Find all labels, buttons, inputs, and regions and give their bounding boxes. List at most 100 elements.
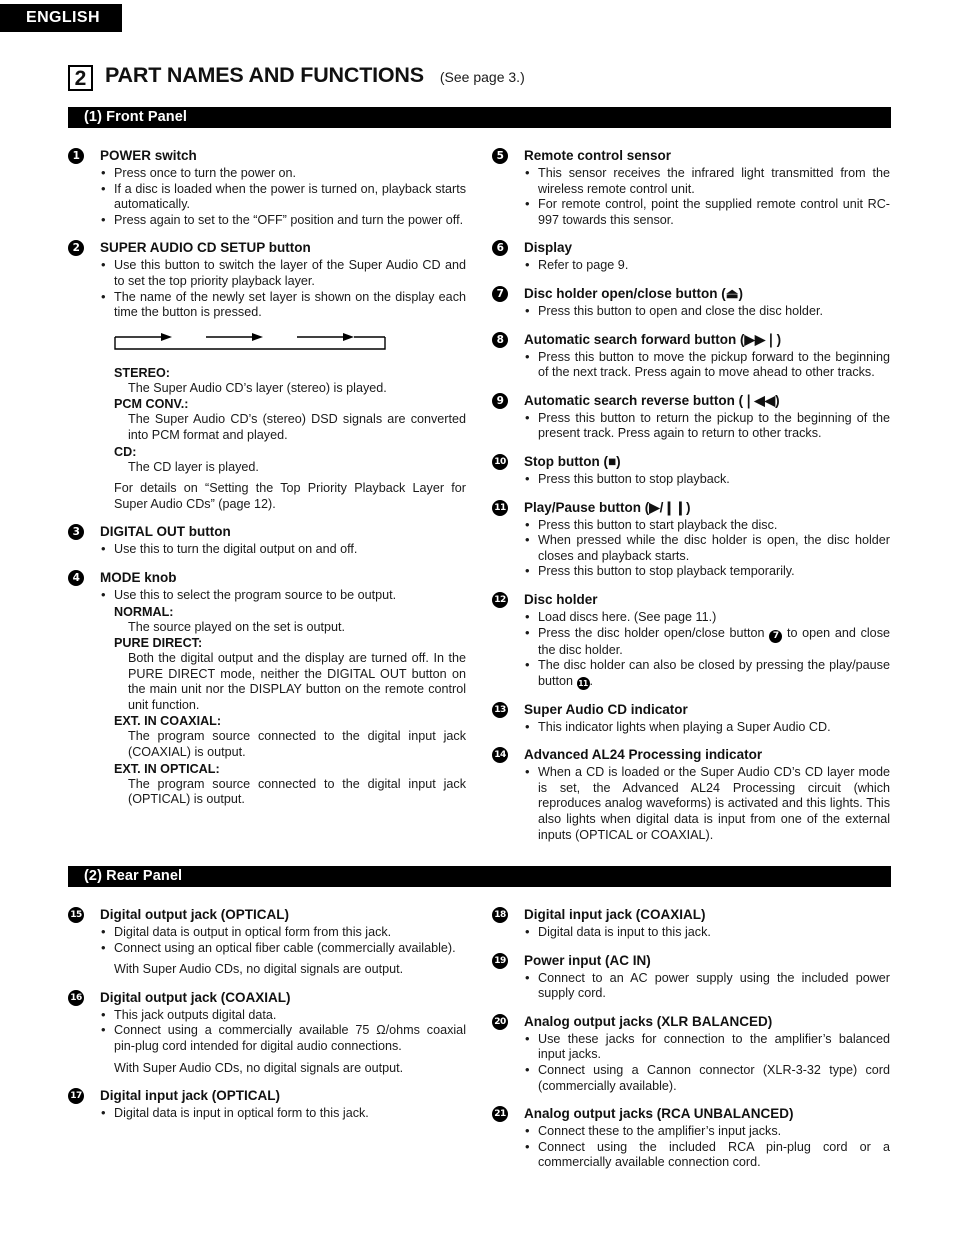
- part-entry-title: Disc holder open/close button (⏏): [524, 285, 744, 301]
- bullet-item: Load discs here. (See page 11.): [524, 609, 890, 626]
- part-entry-bullets: Digital data is input to this jack.: [524, 924, 890, 941]
- page-content: 2 PART NAMES AND FUNCTIONS (See page 3.)…: [68, 0, 891, 854]
- trailing-note: With Super Audio CDs, no digital signals…: [114, 1060, 404, 1075]
- trailing-note: With Super Audio CDs, no digital signals…: [114, 962, 404, 977]
- definition-term: EXT. IN OPTICAL:: [114, 761, 220, 776]
- item-number-badge-11: 11: [492, 499, 508, 516]
- part-entry-15: 15 Digital output jack (OPTICAL) Digital d…: [68, 906, 466, 978]
- bullet-item: The disc holder can also be closed by pr…: [524, 657, 890, 690]
- part-entry-title: Digital input jack (OPTICAL): [100, 1088, 281, 1104]
- part-entry-bullets: Press this button to stop playback.: [524, 471, 890, 488]
- part-entry-title: Remote control sensor: [524, 148, 672, 163]
- definition-list: STEREO: The Super Audio CD’s layer (stere…: [114, 365, 466, 513]
- bullet-item: Connect using a commercially available 7…: [100, 1022, 466, 1054]
- part-entry-bullets: This jack outputs digital data.Connect u…: [100, 1007, 466, 1055]
- section-bar-rear-panel: (2) Rear Panel: [68, 866, 891, 887]
- definition-term: STEREO:: [114, 365, 170, 380]
- bullet-item: Press this button to open and close the …: [524, 303, 890, 320]
- bullet-item: The name of the newly set layer is shown…: [100, 289, 466, 321]
- part-entry-title: Automatic search forward button (▶▶❘): [524, 331, 782, 347]
- part-entry-1: 1 POWER switch Press once to turn the powe…: [68, 147, 466, 228]
- part-entry-title: Display: [524, 240, 573, 256]
- part-entry-bullets: This sensor receives the infrared light …: [524, 165, 890, 228]
- item-number-badge-20: 20: [492, 1013, 508, 1030]
- part-entry-7: 7 Disc holder open/close button (⏏) Press …: [492, 285, 890, 320]
- item-number-badge-6: 6: [492, 240, 508, 257]
- part-entry-title: Stop button (■): [524, 453, 621, 469]
- part-entry-bullets: Use this to turn the digital output on a…: [100, 541, 466, 558]
- chapter-reference: (See page 3.): [439, 68, 525, 85]
- part-entry-4: 4 MODE knob Use this to select the program…: [68, 569, 466, 808]
- part-entry-3: 3 DIGITAL OUT buttonUse this to turn the …: [68, 523, 466, 558]
- bullet-item: Press the disc holder open/close button …: [524, 625, 890, 659]
- part-entry-title: MODE knob: [100, 569, 177, 585]
- bullet-item: Press again to set to the “OFF” position…: [100, 212, 466, 229]
- part-entry-16: 16 Digital output jack (COAXIAL) This jack…: [68, 989, 466, 1076]
- part-entry-21: 21Analog output jacks (RCA UNBALANCED)Co…: [492, 1105, 890, 1171]
- part-entry-bullets: Press this button to move the pickup for…: [524, 349, 890, 381]
- bullet-item: Refer to page 9.: [524, 257, 890, 274]
- front-panel-right-column: 5 Remote control sensor This sensor receiv…: [492, 147, 890, 854]
- definition-text: The CD layer is played.: [128, 459, 259, 474]
- part-entry-10: 10 Stop button (■) Press this button to st…: [492, 453, 890, 488]
- bullet-item: Digital data is input to this jack.: [524, 924, 890, 941]
- bullet-item: Digital data is input in optical form to…: [100, 1105, 466, 1122]
- part-entry-title: Analog output jacks (XLR BALANCED): [524, 1013, 773, 1029]
- rear-panel-block: (2) Rear Panel 15 Digital output jack (OP…: [68, 866, 891, 1182]
- part-entry-title: SUPER AUDIO CD SETUP button: [100, 240, 311, 256]
- bullet-item: Connect to an AC power supply using the …: [524, 970, 890, 1002]
- rear-panel-left-column: 15 Digital output jack (OPTICAL) Digital d…: [68, 906, 466, 1182]
- definition-term: CD:: [114, 444, 137, 459]
- part-entry-19: 19 Power input (AC IN) Connect to an AC po…: [492, 952, 890, 1002]
- item-number-badge-13: 13: [492, 701, 508, 718]
- inline-reference-badge-7: 7: [769, 629, 783, 643]
- bullet-item: Press this button to stop playback.: [524, 471, 890, 488]
- chapter-number: 2: [68, 65, 93, 91]
- definition-term: PCM CONV.:: [114, 397, 189, 412]
- definition-text: The program source connected to the digi…: [128, 729, 466, 760]
- item-number-badge-5: 5: [492, 148, 508, 164]
- item-number-badge-9: 9: [492, 392, 508, 409]
- bullet-item: Digital data is output in optical form f…: [100, 924, 466, 941]
- bullet-item: When a CD is loaded or the Super Audio C…: [524, 764, 890, 843]
- bullet-item: If a disc is loaded when the power is tu…: [100, 181, 466, 213]
- definition-term: EXT. IN COAXIAL:: [114, 714, 222, 729]
- part-entry-title: Digital output jack (OPTICAL): [100, 907, 289, 922]
- part-entry-bullets: When a CD is loaded or the Super Audio C…: [524, 764, 890, 843]
- bullet-item: Use these jacks for connection to the am…: [524, 1031, 890, 1063]
- part-entry-bullets: Press this button to return the pickup t…: [524, 410, 890, 442]
- rear-panel-right-column: 18 Digital input jack (COAXIAL) Digital da…: [492, 906, 890, 1182]
- item-number-badge-2: 2: [68, 240, 84, 257]
- item-number-badge-3: 3: [68, 524, 84, 541]
- bullet-item: Press this button to move the pickup for…: [524, 349, 890, 381]
- definition-term: NORMAL:: [114, 604, 174, 619]
- bullet-item: Use this to turn the digital output on a…: [100, 541, 466, 558]
- bullet-item: Press this button to stop playback tempo…: [524, 563, 890, 580]
- bullet-item: Use this to select the program source to…: [100, 587, 466, 604]
- front-panel-columns: 1 POWER switch Press once to turn the powe…: [68, 147, 891, 854]
- item-number-badge-7: 7: [492, 285, 508, 302]
- part-entry-9: 9 Automatic search reverse button (❘◀◀) Pr…: [492, 392, 890, 442]
- item-number-badge-10: 10: [492, 453, 508, 470]
- bullet-item: Use this button to switch the layer of t…: [100, 257, 466, 289]
- item-number-badge-18: 18: [492, 907, 508, 923]
- definition-text: Both the digital output and the display …: [128, 651, 466, 712]
- part-entry-13: 13 Super Audio CD indicator This indicator…: [492, 701, 890, 736]
- part-entry-title: Advanced AL24 Processing indicator: [524, 747, 763, 763]
- definition-text: The program source connected to the digi…: [128, 776, 466, 807]
- bullet-item: Connect using an optical fiber cable (co…: [100, 940, 466, 957]
- part-entry-title: POWER switch: [100, 148, 197, 163]
- bullet-item: Connect these to the amplifier’s input j…: [524, 1123, 890, 1140]
- part-entry-bullets: Use these jacks for connection to the am…: [524, 1031, 890, 1094]
- part-entry-bullets: Press this button to start playback the …: [524, 517, 890, 580]
- part-entry-title: Analog output jacks (RCA UNBALANCED): [524, 1106, 794, 1122]
- item-number-badge-12: 12: [492, 591, 508, 608]
- item-number-badge-1: 1: [68, 148, 84, 164]
- part-entry-2: 2 SUPER AUDIO CD SETUP buttonUse this but…: [68, 239, 466, 512]
- bullet-item: Connect using the included RCA pin-plug …: [524, 1139, 890, 1171]
- part-entry-bullets: Connect to an AC power supply using the …: [524, 970, 890, 1002]
- layer-cycle-diagram: [114, 332, 386, 350]
- item-number-badge-17: 17: [68, 1088, 84, 1105]
- part-entry-11: 11 Play/Pause button (▶/❙❙) Press this but…: [492, 499, 890, 580]
- definition-text: The Super Audio CD’s layer (stereo) is p…: [128, 380, 387, 395]
